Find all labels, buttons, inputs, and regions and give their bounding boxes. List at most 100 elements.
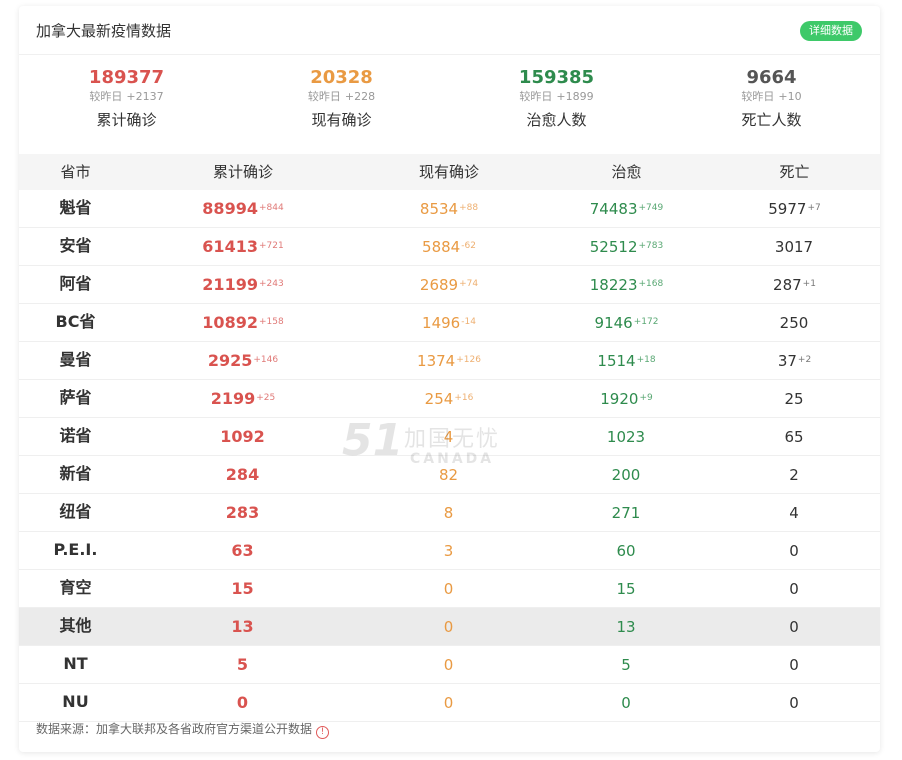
region-cell: NU — [62, 692, 89, 711]
current-value: 0 — [443, 656, 454, 674]
card-title: 加拿大最新疫情数据 — [36, 22, 172, 40]
cured-cell: 1023 — [544, 418, 709, 454]
header-region: 省市 — [60, 163, 91, 181]
cured-cell: 1514+18 — [544, 342, 709, 378]
info-icon[interactable]: ! — [316, 726, 330, 739]
current-cell: 254+16 — [354, 380, 544, 416]
current-cell: 0 — [354, 646, 544, 682]
dead-value: 2 — [789, 466, 799, 484]
dead-value: 5977 — [768, 200, 807, 218]
table-row[interactable]: NT 5 0 5 0 — [19, 646, 880, 684]
confirmed-cell: 0 — [132, 684, 354, 720]
current-value: 1374 — [417, 352, 456, 370]
table-header: 省市 累计确诊 现有确诊 治愈 死亡 — [19, 154, 880, 190]
table-row[interactable]: 纽省 283 8 271 4 — [19, 494, 880, 532]
cured-cell: 74483+749 — [544, 190, 709, 226]
confirmed-value: 10892 — [202, 313, 258, 332]
table-row[interactable]: 萨省 2199+25 254+16 1920+9 25 — [19, 380, 880, 418]
header-cured: 治愈 — [611, 163, 642, 181]
table-row[interactable]: BC省 10892+158 1496-14 9146+172 250 — [19, 304, 880, 342]
header-confirmed: 累计确诊 — [212, 163, 273, 181]
cured-value: 1920 — [600, 390, 639, 408]
cured-cell: 60 — [544, 532, 709, 568]
cured-cell: 9146+172 — [544, 304, 709, 340]
summary-delta-prefix: 较昨日 — [741, 90, 775, 103]
confirmed-delta: +243 — [258, 279, 284, 289]
current-value: 2689 — [419, 276, 459, 294]
dead-value: 0 — [789, 580, 799, 598]
current-delta: -62 — [461, 241, 476, 251]
dead-delta: +2 — [797, 355, 812, 365]
table-row[interactable]: 曼省 2925+146 1374+126 1514+18 37+2 — [19, 342, 880, 380]
confirmed-delta: +844 — [258, 203, 284, 213]
cured-value: 200 — [611, 466, 641, 484]
cured-delta: +749 — [638, 203, 664, 213]
table-row[interactable]: 阿省 21199+243 2689+74 18223+168 287+1 — [19, 266, 880, 304]
confirmed-value: 283 — [225, 503, 260, 522]
region-cell: 阿省 — [59, 274, 92, 293]
current-cell: 1374+126 — [354, 342, 544, 378]
table-row[interactable]: 安省 61413+721 5884-62 52512+783 3017 — [19, 228, 880, 266]
summary-label: 累计确诊 — [96, 111, 157, 129]
confirmed-cell: 61413+721 — [132, 228, 354, 264]
data-source-note: 数据来源：加拿大联邦及各省政府官方渠道公开数据! — [36, 720, 330, 739]
dead-cell: 0 — [709, 646, 880, 682]
current-delta: +74 — [459, 279, 479, 289]
summary-delta-row: 较昨日 +228 — [234, 90, 449, 104]
summary-value: 189377 — [88, 67, 165, 88]
province-table: 省市 累计确诊 现有确诊 治愈 死亡 魁省 88994+844 8534+88 744… — [19, 154, 880, 722]
dead-value: 0 — [789, 694, 799, 712]
current-delta: +88 — [459, 203, 479, 213]
dead-cell: 3017 — [709, 228, 880, 264]
dead-cell: 0 — [709, 532, 880, 568]
cured-value: 5 — [621, 656, 631, 674]
table-row[interactable]: 其他 13 0 13 0 — [19, 608, 880, 646]
cured-value: 9146 — [594, 314, 633, 332]
summary-delta: +2137 — [126, 90, 164, 103]
dead-cell: 0 — [709, 608, 880, 644]
summary-delta: +228 — [344, 90, 376, 103]
cured-cell: 0 — [544, 684, 709, 720]
confirmed-delta: +25 — [256, 393, 276, 403]
cured-value: 271 — [611, 504, 641, 522]
region-cell: BC省 — [55, 312, 96, 331]
current-value: 0 — [443, 694, 454, 712]
confirmed-cell: 10892+158 — [132, 304, 354, 340]
cured-value: 60 — [616, 542, 636, 560]
current-delta: +126 — [456, 355, 481, 365]
table-row[interactable]: P.E.I. 63 3 60 0 — [19, 532, 880, 570]
dead-cell: 65 — [709, 418, 880, 454]
cured-value: 74483 — [589, 200, 638, 218]
current-value: 8534 — [419, 200, 459, 218]
region-cell: 育空 — [59, 578, 92, 597]
table-row[interactable]: 诺省 1092 4 1023 65 — [19, 418, 880, 456]
current-delta: -14 — [461, 317, 476, 327]
region-cell: 安省 — [59, 236, 92, 255]
confirmed-delta: +146 — [253, 355, 279, 365]
current-value: 5884 — [422, 238, 461, 256]
dead-value: 0 — [789, 542, 799, 560]
table-row[interactable]: 魁省 88994+844 8534+88 74483+749 5977+7 — [19, 190, 880, 228]
summary-delta-row: 较昨日 +10 — [664, 90, 879, 104]
table-row[interactable]: 育空 15 0 15 0 — [19, 570, 880, 608]
cured-value: 1023 — [606, 428, 646, 446]
table-row[interactable]: NU 0 0 0 0 — [19, 684, 880, 722]
summary-label: 治愈人数 — [526, 111, 587, 129]
dead-delta: +1 — [802, 279, 816, 289]
confirmed-value: 2925 — [207, 351, 253, 370]
confirmed-value: 284 — [225, 465, 260, 484]
dead-value: 4 — [789, 504, 799, 522]
confirmed-cell: 1092 — [132, 418, 354, 454]
region-cell: P.E.I. — [53, 540, 98, 559]
summary-value: 159385 — [518, 67, 595, 88]
region-cell: 魁省 — [59, 198, 92, 217]
current-value: 0 — [443, 618, 454, 636]
detail-data-button[interactable]: 详细数据 — [800, 21, 862, 41]
confirmed-cell: 88994+844 — [132, 190, 354, 226]
confirmed-cell: 13 — [132, 608, 354, 644]
summary-delta-prefix: 较昨日 — [519, 90, 553, 103]
summary-delta-prefix: 较昨日 — [307, 90, 341, 103]
table-row[interactable]: 新省 284 82 200 2 — [19, 456, 880, 494]
current-cell: 8534+88 — [354, 190, 544, 226]
summary-label: 现有确诊 — [311, 111, 372, 129]
